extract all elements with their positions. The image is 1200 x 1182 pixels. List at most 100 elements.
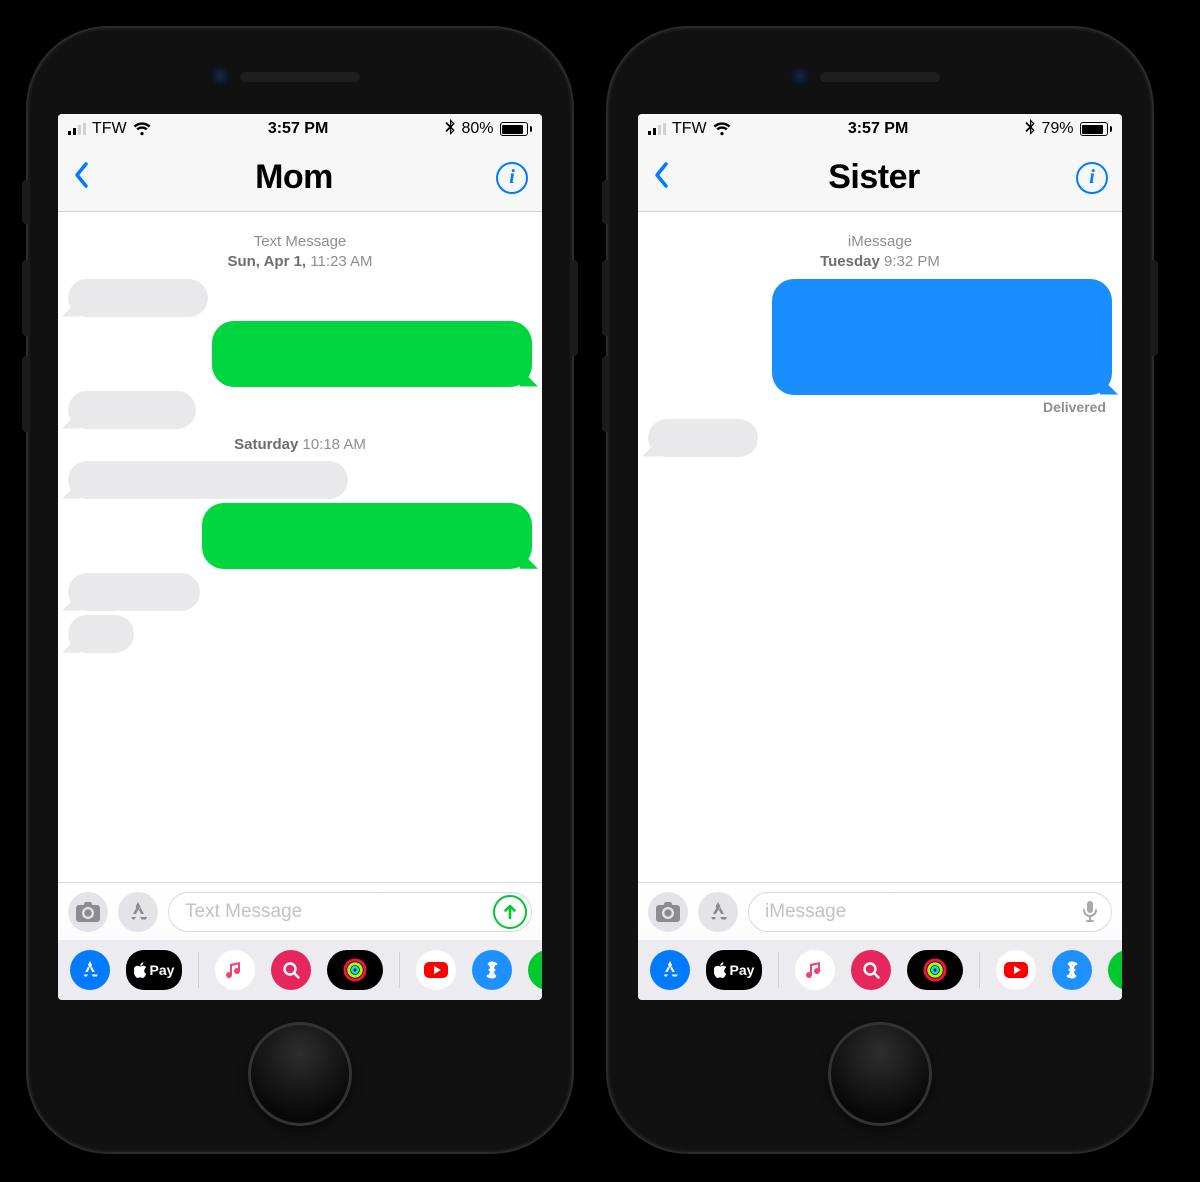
message-bubble-sent[interactable]: [212, 321, 532, 387]
volume-down-button[interactable]: [602, 356, 610, 432]
message-placeholder: iMessage: [765, 901, 846, 923]
activity-app-icon[interactable]: [327, 950, 383, 990]
message-text-field[interactable]: iMessage: [748, 892, 1112, 932]
message-bubble-received[interactable]: [68, 615, 134, 653]
imessage-app-store-icon[interactable]: [70, 950, 110, 990]
conversation-area[interactable]: iMessage Tuesday 9:32 PM Delivered: [638, 212, 1122, 882]
date-bold: Saturday: [234, 436, 298, 453]
gif-search-app-icon[interactable]: [851, 950, 891, 990]
message-bubble-received[interactable]: [68, 461, 348, 499]
imessage-app-drawer[interactable]: Pay: [638, 940, 1122, 1000]
bluetooth-icon: [1025, 119, 1035, 140]
volume-down-button[interactable]: [22, 356, 30, 432]
info-glyph: i: [1089, 166, 1095, 189]
drawer-divider: [778, 952, 779, 988]
conversation-area[interactable]: Text Message Sun, Apr 1, 11:23 AM Saturd…: [58, 212, 542, 882]
back-button[interactable]: [72, 160, 92, 195]
battery-icon: [1080, 122, 1113, 136]
date-light: 11:23 AM: [310, 253, 372, 270]
timestamp-label: iMessage Tuesday 9:32 PM: [648, 232, 1112, 273]
battery-icon: [500, 122, 533, 136]
app-store-button[interactable]: [118, 892, 158, 932]
camera-button[interactable]: [648, 892, 688, 932]
carrier-label: TFW: [672, 120, 707, 138]
screen: TFW 3:57 PM 80% Mom i: [58, 114, 542, 1000]
message-bubble-received[interactable]: [68, 573, 200, 611]
mute-switch[interactable]: [602, 180, 610, 224]
imessage-app-drawer[interactable]: Pay: [58, 940, 542, 1000]
volume-up-button[interactable]: [602, 260, 610, 336]
message-bubble-received[interactable]: [68, 391, 196, 429]
drawer-divider: [399, 952, 400, 988]
drawer-divider: [198, 952, 199, 988]
message-bubble-sent[interactable]: [202, 503, 532, 569]
clock-label: 3:57 PM: [268, 120, 328, 138]
send-button[interactable]: [493, 895, 527, 929]
message-type-label: Text Message: [68, 232, 532, 252]
wifi-icon: [713, 122, 731, 136]
date-light: 10:18 AM: [302, 436, 365, 453]
iphone-device: TFW 3:57 PM 79% Sister i: [610, 30, 1150, 1150]
more-apps-icon[interactable]: [528, 950, 542, 990]
shazam-app-icon[interactable]: [472, 950, 512, 990]
message-bubble-received[interactable]: [648, 419, 758, 457]
music-app-icon[interactable]: [795, 950, 835, 990]
earpiece-speaker: [820, 72, 940, 82]
dictation-button[interactable]: [1073, 895, 1107, 929]
date-bold: Tuesday: [820, 253, 880, 270]
info-button[interactable]: i: [1076, 162, 1108, 194]
proximity-sensor: [790, 66, 810, 86]
app-store-button[interactable]: [698, 892, 738, 932]
music-app-icon[interactable]: [215, 950, 255, 990]
home-button[interactable]: [248, 1022, 352, 1126]
gif-search-app-icon[interactable]: [271, 950, 311, 990]
clock-label: 3:57 PM: [848, 120, 908, 138]
apple-pay-icon[interactable]: Pay: [126, 950, 182, 990]
info-glyph: i: [509, 166, 515, 189]
youtube-app-icon[interactable]: [996, 950, 1036, 990]
apple-pay-label: Pay: [730, 962, 755, 978]
more-apps-icon[interactable]: [1108, 950, 1122, 990]
signal-icon: [648, 123, 666, 135]
status-bar: TFW 3:57 PM 80%: [58, 114, 542, 144]
apple-pay-label: Pay: [150, 962, 175, 978]
date-light: 9:32 PM: [884, 253, 940, 270]
screen: TFW 3:57 PM 79% Sister i: [638, 114, 1122, 1000]
proximity-sensor: [210, 66, 230, 86]
signal-icon: [68, 123, 86, 135]
message-text-field[interactable]: Text Message: [168, 892, 532, 932]
date-bold: Sun, Apr 1,: [227, 253, 306, 270]
youtube-app-icon[interactable]: [416, 950, 456, 990]
mute-switch[interactable]: [22, 180, 30, 224]
drawer-divider: [979, 952, 980, 988]
message-type-label: iMessage: [648, 232, 1112, 252]
imessage-app-store-icon[interactable]: [650, 950, 690, 990]
back-button[interactable]: [652, 160, 672, 195]
wifi-icon: [133, 122, 151, 136]
delivered-label: Delivered: [648, 399, 1112, 415]
message-bubble-sent[interactable]: [772, 279, 1112, 395]
status-bar: TFW 3:57 PM 79%: [638, 114, 1122, 144]
apple-pay-icon[interactable]: Pay: [706, 950, 762, 990]
volume-up-button[interactable]: [22, 260, 30, 336]
timestamp-label: Saturday 10:18 AM: [68, 435, 532, 455]
power-button[interactable]: [570, 260, 578, 356]
shazam-app-icon[interactable]: [1052, 950, 1092, 990]
info-button[interactable]: i: [496, 162, 528, 194]
conversation-title: Mom: [255, 158, 333, 197]
message-input-bar: iMessage: [638, 882, 1122, 940]
message-bubble-received[interactable]: [68, 279, 208, 317]
battery-percent-label: 79%: [1041, 120, 1073, 138]
camera-button[interactable]: [68, 892, 108, 932]
nav-header: Sister i: [638, 144, 1122, 212]
home-button[interactable]: [828, 1022, 932, 1126]
iphone-device: TFW 3:57 PM 80% Mom i: [30, 30, 570, 1150]
battery-percent-label: 80%: [461, 120, 493, 138]
earpiece-speaker: [240, 72, 360, 82]
activity-app-icon[interactable]: [907, 950, 963, 990]
nav-header: Mom i: [58, 144, 542, 212]
carrier-label: TFW: [92, 120, 127, 138]
power-button[interactable]: [1150, 260, 1158, 356]
message-input-bar: Text Message: [58, 882, 542, 940]
message-placeholder: Text Message: [185, 901, 302, 923]
